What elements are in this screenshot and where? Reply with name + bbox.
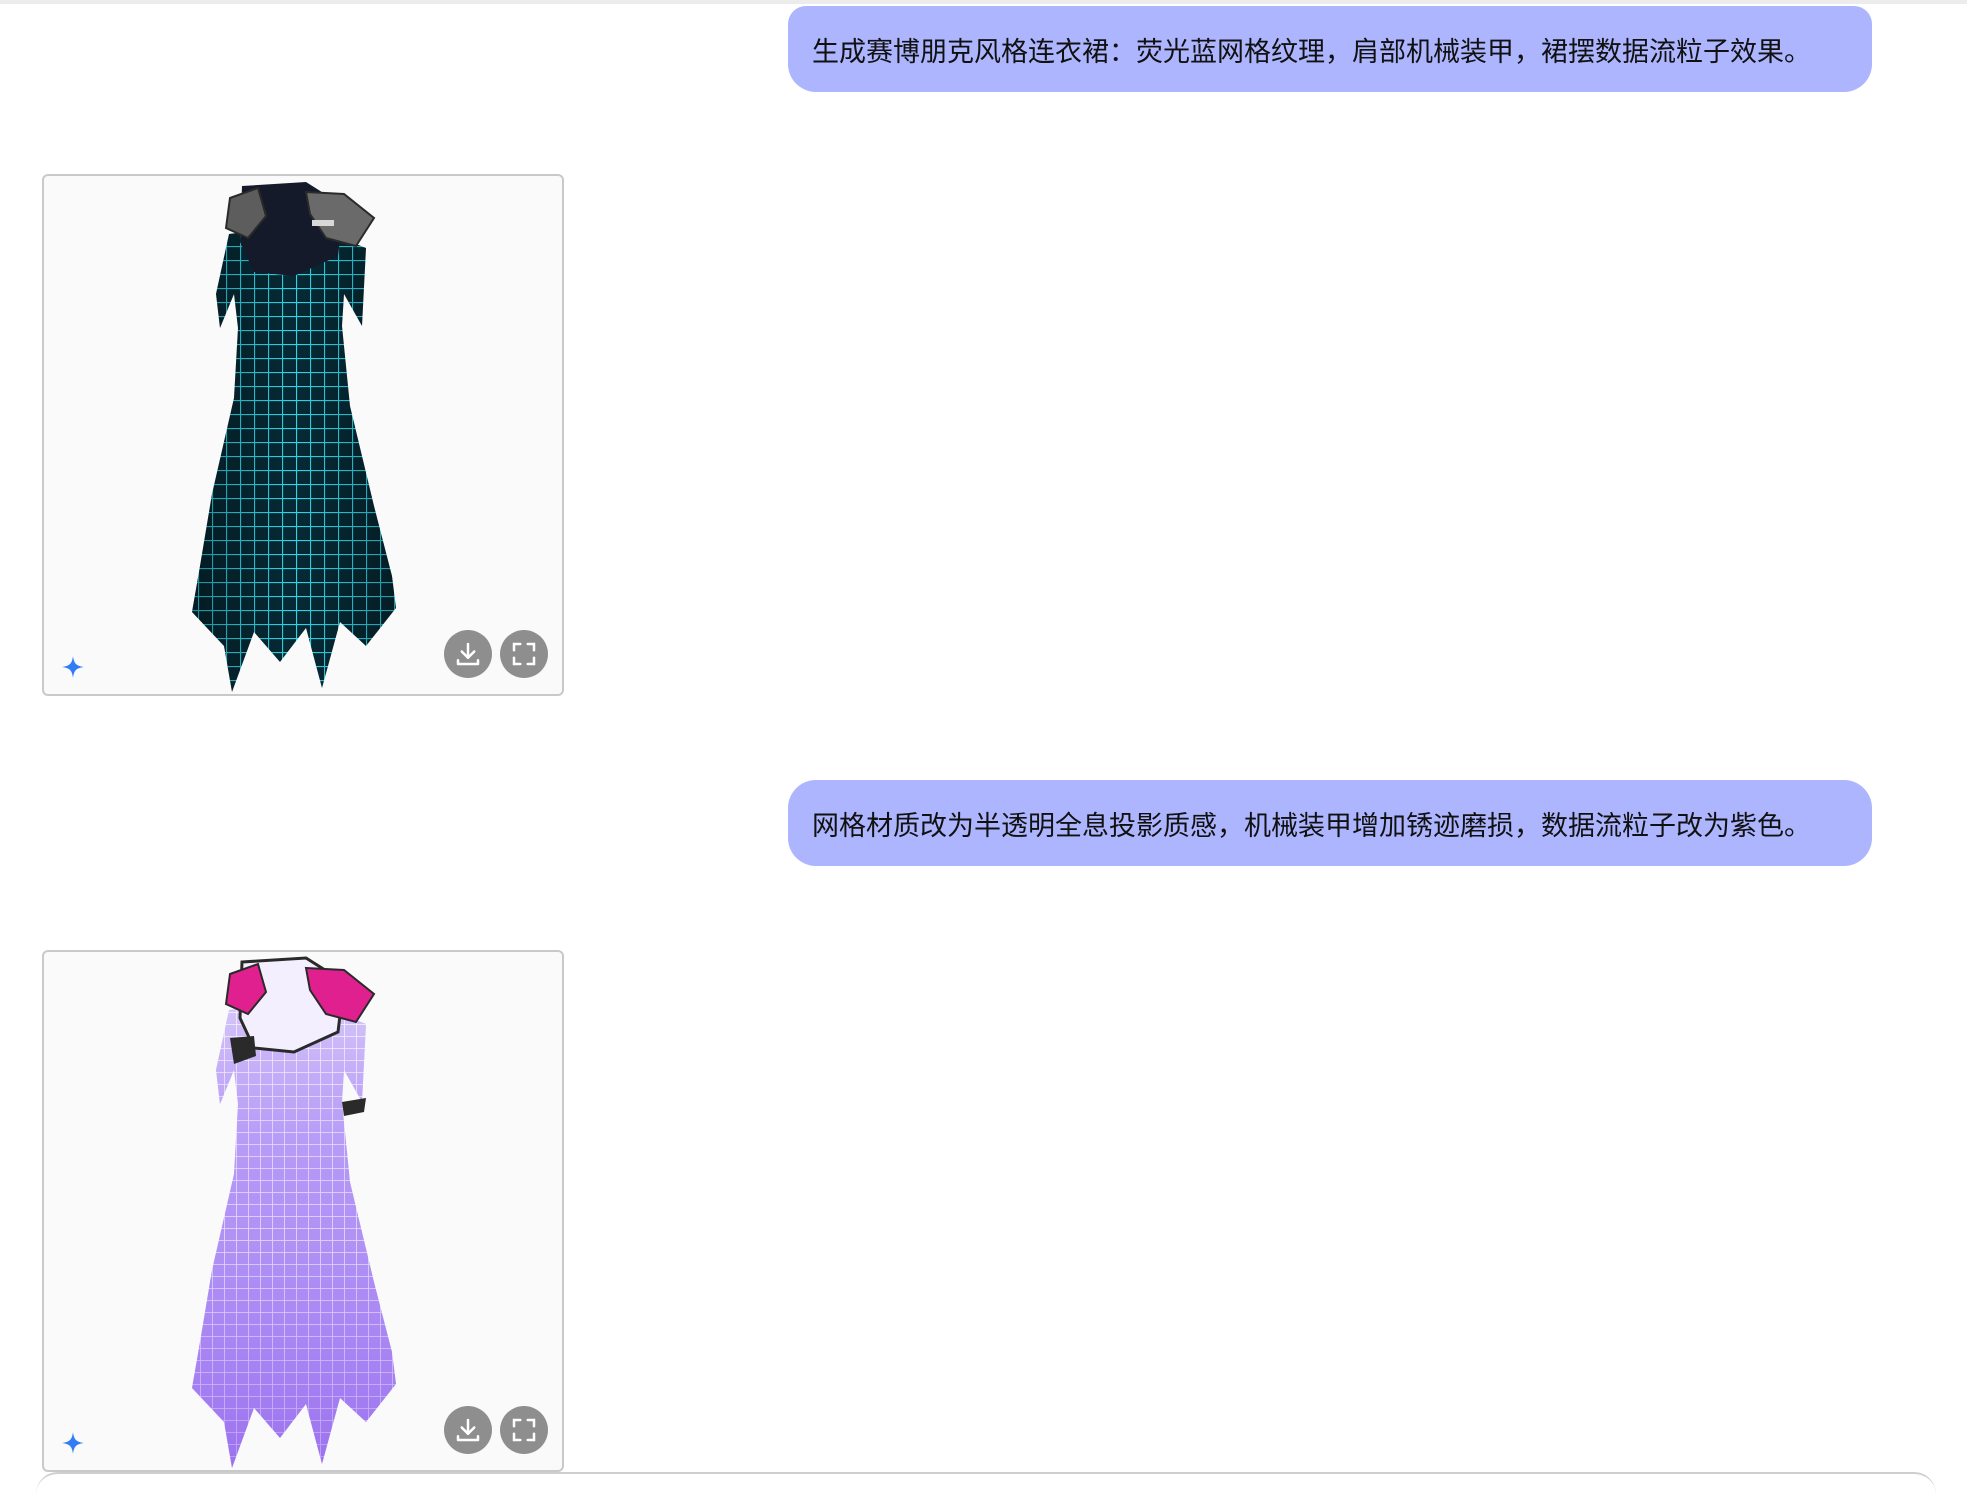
fullscreen-icon [512,1418,536,1442]
fullscreen-button[interactable] [500,630,548,678]
download-button[interactable] [444,630,492,678]
download-button[interactable] [444,1406,492,1454]
generated-image-card[interactable] [42,174,564,696]
generated-dress-image [192,956,396,1468]
user-message-bubble: 网格材质改为半透明全息投影质感，机械装甲增加锈迹磨损，数据流粒子改为紫色。 [788,780,1872,866]
generated-dress-image [192,182,396,692]
user-message-text: 生成赛博朋克风格连衣裙：荧光蓝网格纹理，肩部机械装甲，裙摆数据流粒子效果。 [812,36,1811,68]
download-icon [456,642,480,666]
generated-image-card[interactable] [42,950,564,1472]
user-message-text: 网格材质改为半透明全息投影质感，机械装甲增加锈迹磨损，数据流粒子改为紫色。 [812,810,1811,842]
chat-thread: 生成赛博朋克风格连衣裙：荧光蓝网格纹理，肩部机械装甲，裙摆数据流粒子效果。 网格… [0,0,1967,1479]
fullscreen-button[interactable] [500,1406,548,1454]
sparkle-icon [62,656,84,678]
fullscreen-icon [512,642,536,666]
sparkle-icon [62,1432,84,1454]
user-message-bubble: 生成赛博朋克风格连衣裙：荧光蓝网格纹理，肩部机械装甲，裙摆数据流粒子效果。 [788,6,1872,92]
download-icon [456,1418,480,1442]
input-area-edge [36,1472,1936,1494]
